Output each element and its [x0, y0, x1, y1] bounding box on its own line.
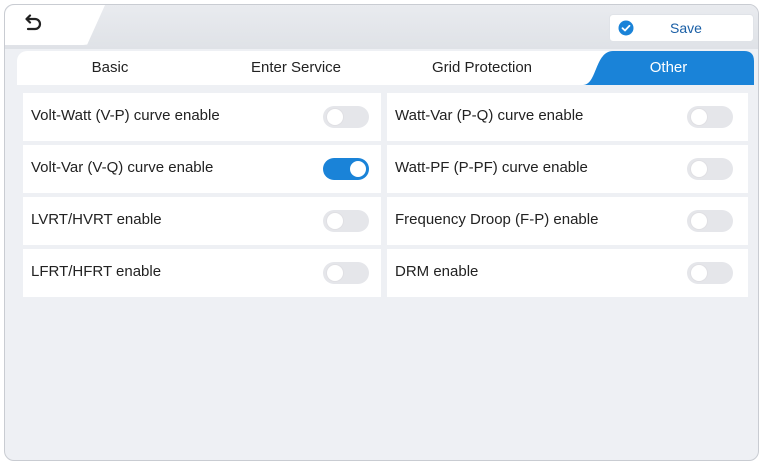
- setting-row-volt-var: Volt-Var (V-Q) curve enable: [23, 145, 381, 193]
- setting-row-watt-pf: Watt-PF (P-PF) curve enable: [387, 145, 748, 193]
- setting-label: LFRT/HFRT enable: [31, 263, 162, 280]
- back-arrow-icon: [25, 14, 42, 31]
- check-circle-icon: [618, 20, 634, 36]
- lvrt-hvrt-toggle[interactable]: [323, 210, 369, 232]
- toggle-knob: [327, 213, 343, 229]
- setting-row-frequency-droop: Frequency Droop (F-P) enable: [387, 197, 748, 245]
- setting-label: Frequency Droop (F-P) enable: [395, 211, 599, 228]
- tab-other[interactable]: Other: [583, 51, 754, 85]
- setting-label: Volt-Var (V-Q) curve enable: [31, 159, 214, 176]
- volt-var-toggle[interactable]: [323, 158, 369, 180]
- setting-label: Volt-Watt (V-P) curve enable: [31, 107, 220, 124]
- settings-panel: Volt-Watt (V-P) curve enable Volt-Var (V…: [17, 85, 754, 455]
- toggle-knob: [691, 213, 707, 229]
- setting-row-volt-watt: Volt-Watt (V-P) curve enable: [23, 93, 381, 141]
- volt-watt-toggle[interactable]: [323, 106, 369, 128]
- tab-bar: Basic Enter Service Grid Protection Othe…: [17, 51, 754, 85]
- setting-label: DRM enable: [395, 263, 479, 280]
- tab-grid-protection[interactable]: Grid Protection: [389, 51, 575, 85]
- save-button-label: Save: [670, 20, 702, 36]
- back-button[interactable]: [19, 11, 47, 39]
- toggle-knob: [350, 161, 366, 177]
- app-frame: Save Basic Enter Service Grid Protection…: [4, 4, 759, 461]
- setting-row-watt-var: Watt-Var (P-Q) curve enable: [387, 93, 748, 141]
- top-bar: Save: [5, 5, 758, 49]
- setting-label: Watt-Var (P-Q) curve enable: [395, 107, 584, 124]
- toggle-knob: [691, 265, 707, 281]
- drm-toggle[interactable]: [687, 262, 733, 284]
- tab-basic[interactable]: Basic: [17, 51, 203, 85]
- toggle-knob: [691, 109, 707, 125]
- tab-enter-service[interactable]: Enter Service: [203, 51, 389, 85]
- save-button[interactable]: Save: [609, 14, 754, 42]
- setting-row-drm: DRM enable: [387, 249, 748, 297]
- setting-row-lvrt-hvrt: LVRT/HVRT enable: [23, 197, 381, 245]
- setting-row-lfrt-hfrt: LFRT/HFRT enable: [23, 249, 381, 297]
- watt-var-toggle[interactable]: [687, 106, 733, 128]
- toggle-knob: [327, 109, 343, 125]
- setting-label: Watt-PF (P-PF) curve enable: [395, 159, 588, 176]
- lfrt-hfrt-toggle[interactable]: [323, 262, 369, 284]
- frequency-droop-toggle[interactable]: [687, 210, 733, 232]
- watt-pf-toggle[interactable]: [687, 158, 733, 180]
- setting-label: LVRT/HVRT enable: [31, 211, 162, 228]
- toggle-knob: [327, 265, 343, 281]
- toggle-knob: [691, 161, 707, 177]
